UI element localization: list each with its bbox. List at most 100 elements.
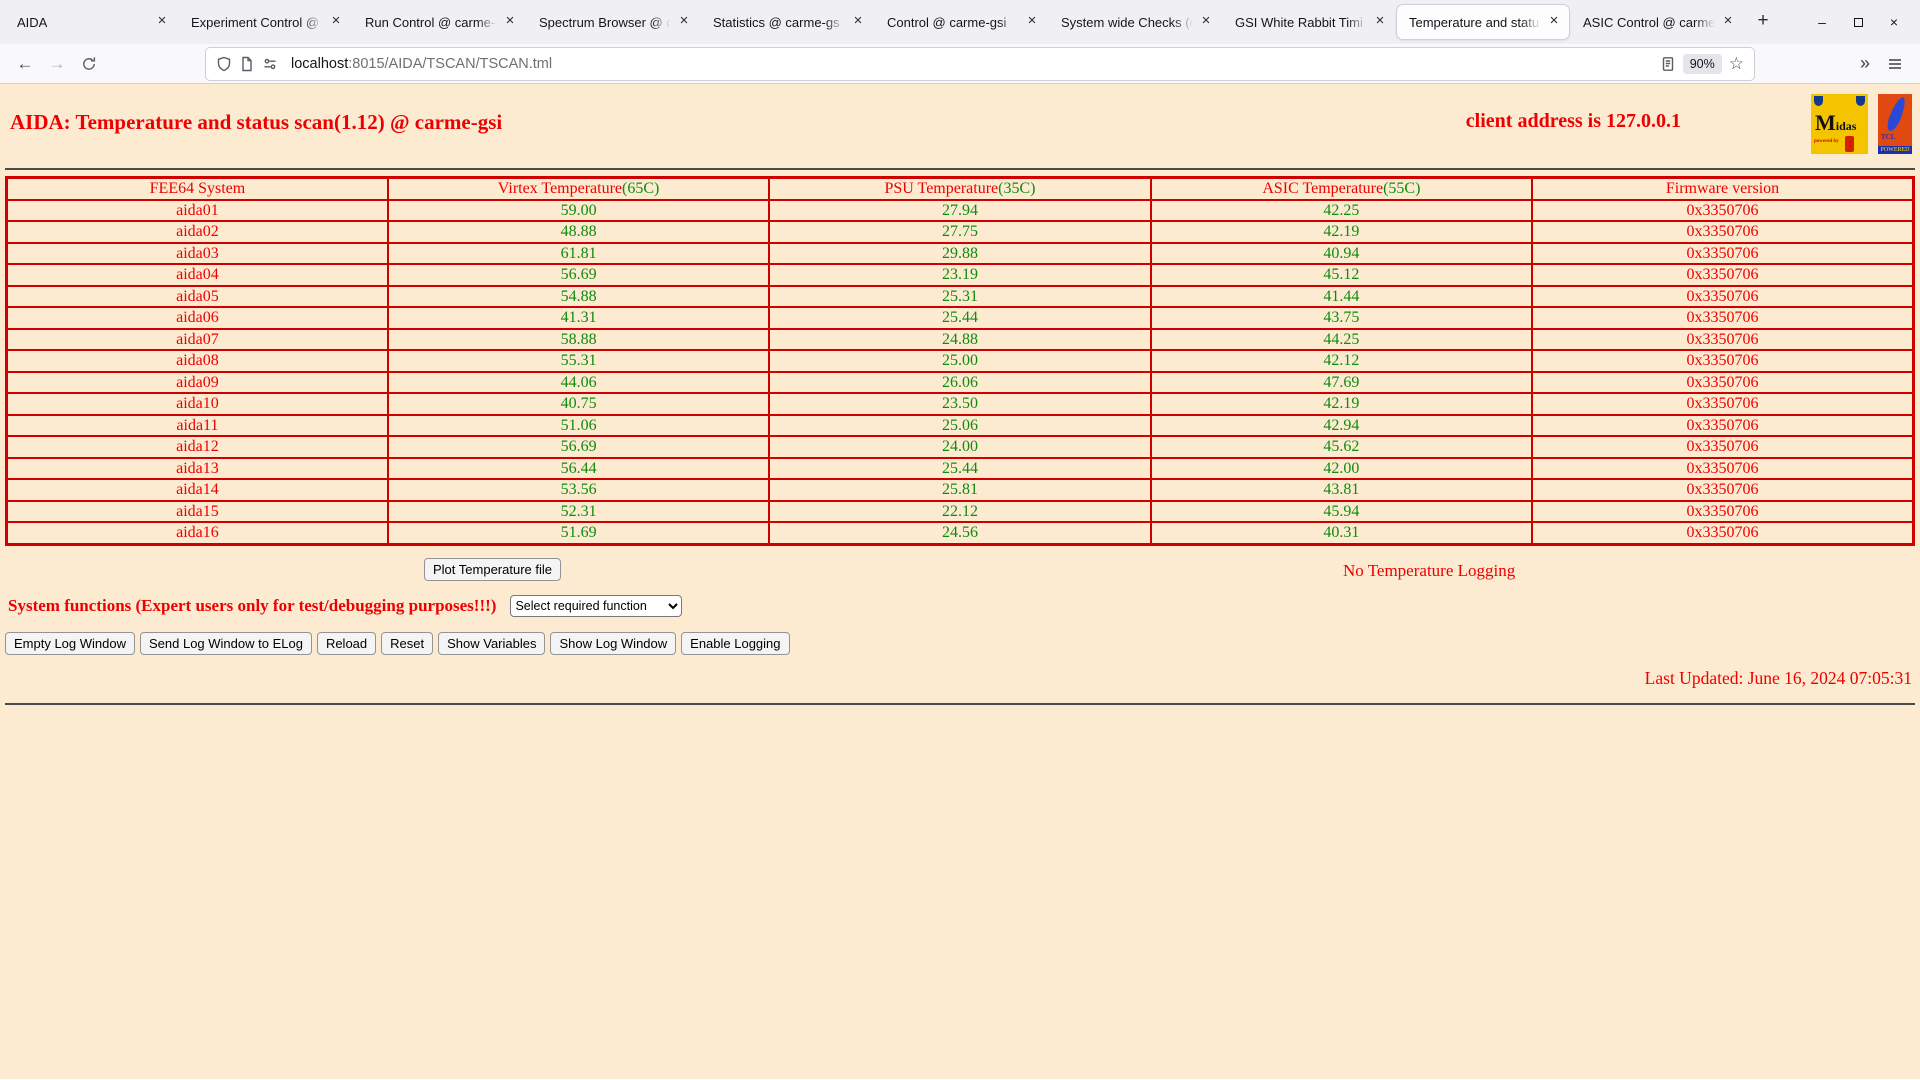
tcl-powered-text: POWERED <box>1878 146 1912 154</box>
firmware-version-cell: 0x3350706 <box>1531 198 1915 222</box>
asic-temp-cell: 41.44 <box>1149 284 1534 308</box>
tab-close-icon[interactable]: × <box>1371 13 1389 31</box>
browser-tab[interactable]: Run Control @ carme-g × <box>353 5 525 39</box>
virtex-temp-cell: 53.56 <box>386 478 771 502</box>
table-row: aida07 58.88 24.88 44.25 0x3350706 <box>5 327 1915 351</box>
firmware-version-cell: 0x3350706 <box>1531 220 1915 244</box>
psu-temp-cell: 27.94 <box>768 198 1152 222</box>
virtex-temp-cell: 40.75 <box>386 392 771 416</box>
reader-mode-icon[interactable] <box>1660 56 1676 72</box>
column-label: ASIC Temperature <box>1262 180 1384 197</box>
bookmark-star-icon[interactable]: ☆ <box>1729 54 1744 74</box>
browser-tab[interactable]: GSI White Rabbit Timi × <box>1223 5 1395 39</box>
system-functions-label: System functions (Expert users only for … <box>8 595 497 615</box>
window-controls: – × <box>1808 14 1920 30</box>
browser-tab[interactable]: AIDA × <box>5 5 177 39</box>
virtex-temp-cell: 54.88 <box>386 284 771 308</box>
virtex-temp-cell: 61.81 <box>386 241 771 265</box>
fee64-name-cell: aida11 <box>5 413 389 437</box>
permissions-sliders-icon[interactable] <box>262 56 278 72</box>
log-action-button[interactable]: Empty Log Window <box>5 631 135 655</box>
table-row: aida03 61.81 29.88 40.94 0x3350706 <box>5 241 1915 265</box>
column-header-psu: PSU Temperature(35C) <box>768 176 1152 201</box>
fee64-name-cell: aida02 <box>5 220 389 244</box>
table-row: aida15 52.31 22.12 45.94 0x3350706 <box>5 499 1915 523</box>
logo-group: Midas powered by TCL POWERED <box>1811 94 1912 154</box>
firmware-version-cell: 0x3350706 <box>1531 370 1915 394</box>
asic-temp-cell: 45.12 <box>1149 263 1534 287</box>
log-action-button[interactable]: Send Log Window to ELog <box>140 631 312 655</box>
fee64-name-cell: aida01 <box>5 198 389 222</box>
zoom-level-badge[interactable]: 90% <box>1682 53 1722 74</box>
log-action-button[interactable]: Show Variables <box>438 631 546 655</box>
new-tab-button[interactable]: + <box>1748 7 1778 37</box>
tab-title: Run Control @ carme-g <box>365 14 497 30</box>
table-row: aida14 53.56 25.81 43.81 0x3350706 <box>5 478 1915 502</box>
asic-temp-cell: 43.75 <box>1149 306 1534 330</box>
reload-button[interactable] <box>74 49 104 79</box>
log-action-button[interactable]: Reset <box>381 631 434 655</box>
tab-title: Statistics @ carme-gs <box>713 14 845 30</box>
psu-temp-cell: 25.44 <box>768 306 1152 330</box>
tab-close-icon[interactable]: × <box>1719 13 1737 31</box>
midas-figure-icon <box>1845 136 1854 152</box>
browser-tab[interactable]: Spectrum Browser @ ca × <box>527 5 699 39</box>
url-input[interactable]: localhost:8015/AIDA/TSCAN/TSCAN.tml 90% … <box>206 47 1754 80</box>
minimize-button[interactable]: – <box>1808 14 1836 30</box>
page-info-icon[interactable] <box>239 56 255 72</box>
overflow-menu-button[interactable]: » <box>1852 53 1878 74</box>
virtex-temp-cell: 51.69 <box>386 521 771 545</box>
browser-tab[interactable]: Temperature and statu × <box>1397 5 1569 39</box>
plot-temperature-file-button[interactable]: Plot Temperature file <box>424 557 561 581</box>
tab-close-icon[interactable]: × <box>327 13 345 31</box>
maximize-button[interactable] <box>1844 14 1872 30</box>
column-header-virtex: Virtex Temperature(65C) <box>386 176 771 201</box>
asic-temp-cell: 43.81 <box>1149 478 1534 502</box>
browser-window: AIDA × Experiment Control @ ca × Run Con… <box>0 0 1920 1079</box>
tab-close-icon[interactable]: × <box>1023 13 1041 31</box>
fee64-name-cell: aida04 <box>5 263 389 287</box>
fee64-name-cell: aida12 <box>5 435 389 459</box>
hamburger-icon <box>1889 58 1901 69</box>
asic-temp-cell: 40.94 <box>1149 241 1534 265</box>
browser-tab[interactable]: Statistics @ carme-gs × <box>701 5 873 39</box>
tab-close-icon[interactable]: × <box>849 13 867 31</box>
tab-close-icon[interactable]: × <box>675 13 693 31</box>
tab-title: ASIC Control @ carme <box>1583 14 1715 30</box>
firmware-version-cell: 0x3350706 <box>1531 456 1915 480</box>
tab-close-icon[interactable]: × <box>1197 13 1215 31</box>
firmware-version-cell: 0x3350706 <box>1531 327 1915 351</box>
column-limit: (55C) <box>1383 180 1421 197</box>
column-label: Firmware version <box>1665 180 1780 197</box>
browser-tab[interactable]: System wide Checks (c × <box>1049 5 1221 39</box>
virtex-temp-cell: 52.31 <box>386 499 771 523</box>
psu-temp-cell: 27.75 <box>768 220 1152 244</box>
firmware-version-cell: 0x3350706 <box>1531 435 1915 459</box>
browser-tab[interactable]: Experiment Control @ ca × <box>179 5 351 39</box>
temperature-logging-status: No Temperature Logging <box>1343 560 1516 580</box>
forward-button[interactable]: → <box>42 49 72 79</box>
log-action-button[interactable]: Show Log Window <box>550 631 677 655</box>
browser-tab[interactable]: Control @ carme-gsi × <box>875 5 1047 39</box>
tab-close-icon[interactable]: × <box>501 13 519 31</box>
tab-close-icon[interactable]: × <box>153 13 171 31</box>
column-header-fee64: FEE64 System <box>5 176 389 201</box>
firmware-version-cell: 0x3350706 <box>1531 392 1915 416</box>
close-button[interactable]: × <box>1880 14 1908 30</box>
asic-temp-cell: 44.25 <box>1149 327 1534 351</box>
shield-icon[interactable] <box>216 56 232 72</box>
virtex-temp-cell: 51.06 <box>386 413 771 437</box>
tab-close-icon[interactable]: × <box>1545 13 1563 31</box>
browser-tab[interactable]: ASIC Control @ carme × <box>1571 5 1743 39</box>
log-action-button[interactable]: Reload <box>316 631 377 655</box>
url-host: localhost <box>291 55 349 72</box>
virtex-temp-cell: 56.69 <box>386 263 771 287</box>
page-header: AIDA: Temperature and status scan(1.12) … <box>0 84 1920 154</box>
url-text: localhost:8015/AIDA/TSCAN/TSCAN.tml <box>291 56 552 72</box>
back-button[interactable]: ← <box>10 49 40 79</box>
asic-temp-cell: 42.94 <box>1149 413 1534 437</box>
log-action-button[interactable]: Enable Logging <box>681 631 790 655</box>
table-row: aida13 56.44 25.44 42.00 0x3350706 <box>5 456 1915 480</box>
function-select[interactable]: Select required function <box>510 594 683 617</box>
app-menu-button[interactable] <box>1880 49 1910 79</box>
